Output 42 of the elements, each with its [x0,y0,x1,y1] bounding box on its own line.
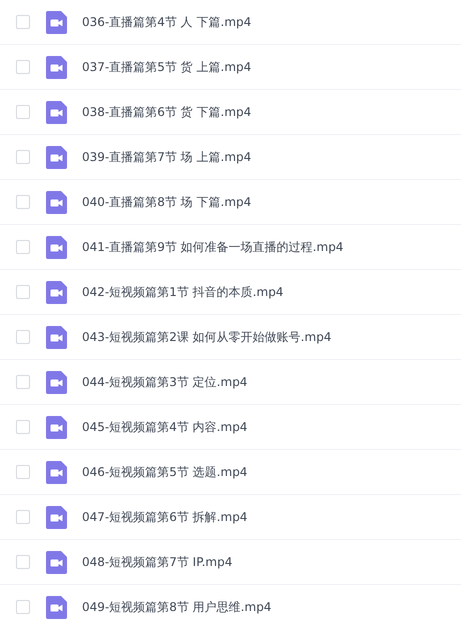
file-name[interactable]: 039-直播篇第7节 场 上篇.mp4 [82,148,252,166]
video-file-icon [46,326,67,348]
checkbox[interactable] [16,375,30,389]
file-name[interactable]: 049-短视频篇第8节 用户思维.mp4 [82,598,272,616]
video-file-icon [46,10,67,34]
file-name[interactable]: 041-直播篇第9节 如何准备一场直播的过程.mp4 [82,238,344,256]
video-file-icon [46,506,67,528]
checkbox[interactable] [16,330,30,344]
video-file-icon [46,190,67,214]
file-name[interactable]: 038-直播篇第6节 货 下篇.mp4 [82,104,252,120]
checkbox[interactable] [16,195,30,209]
video-file-icon [46,236,67,258]
video-file-icon [46,280,67,304]
file-name[interactable]: 040-直播篇第8节 场 下篇.mp4 [82,194,252,210]
checkbox[interactable] [16,240,30,254]
checkbox[interactable] [16,420,30,434]
file-name[interactable]: 047-短视频篇第6节 拆解.mp4 [82,508,248,526]
checkbox[interactable] [16,600,30,614]
checkbox[interactable] [16,60,30,74]
file-name[interactable]: 046-短视频篇第5节 选题.mp4 [82,464,248,480]
video-file-icon [46,460,67,484]
checkbox[interactable] [16,555,30,569]
video-file-icon [46,550,67,574]
file-name[interactable]: 037-直播篇第5节 货 上篇.mp4 [82,58,252,76]
file-name[interactable]: 048-短视频篇第7节 IP.mp4 [82,554,232,570]
checkbox[interactable] [16,150,30,164]
checkbox[interactable] [16,465,30,479]
file-name[interactable]: 044-短视频篇第3节 定位.mp4 [82,374,248,390]
video-file-icon [46,146,67,168]
file-name[interactable]: 045-短视频篇第4节 内容.mp4 [82,418,248,436]
video-file-icon [46,100,67,124]
checkbox[interactable] [16,285,30,299]
file-name[interactable]: 042-短视频篇第1节 抖音的本质.mp4 [82,284,284,300]
video-file-icon [46,56,67,78]
video-file-icon [46,596,67,618]
file-name[interactable]: 036-直播篇第4节 人 下篇.mp4 [82,14,252,30]
checkbox[interactable] [16,510,30,524]
checkbox[interactable] [16,15,30,29]
checkbox[interactable] [16,105,30,119]
file-name[interactable]: 043-短视频篇第2课 如何从零开始做账号.mp4 [82,328,332,346]
video-file-icon [46,416,67,438]
video-file-icon [46,370,67,394]
